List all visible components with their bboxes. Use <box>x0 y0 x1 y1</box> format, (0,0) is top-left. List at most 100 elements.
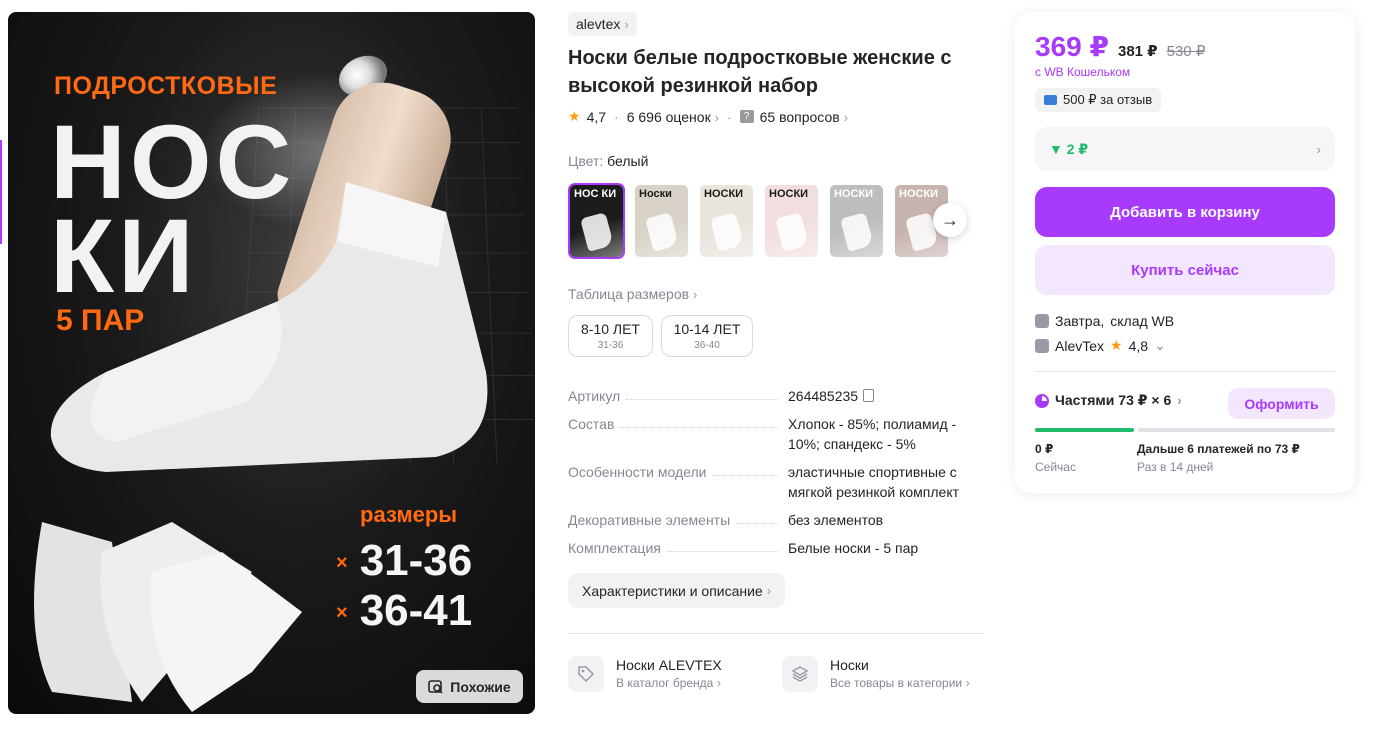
image-size-range-2: × 36-41 <box>336 586 473 635</box>
tag-icon <box>568 656 604 692</box>
spec-row: Особенности модели эластичные спортивные… <box>568 462 984 502</box>
chevron-right-icon: › <box>965 675 970 690</box>
dot-separator: · <box>726 108 732 125</box>
reviews-link[interactable]: 6 696 оценок › <box>627 109 719 125</box>
chevron-right-icon: › <box>1316 141 1321 157</box>
spec-value: без элементов <box>788 512 884 528</box>
copy-icon[interactable] <box>863 389 875 402</box>
progress-segment-paid <box>1035 428 1134 432</box>
brand-catalog-link[interactable]: Носки ALEVTEX В каталог бренда › <box>568 656 722 692</box>
spec-row: Декоративные элементы без элементов <box>568 510 984 530</box>
box-icon <box>1035 314 1049 328</box>
color-label: Цвет: <box>568 153 604 169</box>
divider <box>568 633 984 634</box>
progress-segment-remaining <box>1138 428 1335 432</box>
chevron-down-icon: ⌄ <box>1154 337 1166 353</box>
seller-info[interactable]: AlevTex ★ 4,8 ⌄ <box>1035 337 1166 354</box>
question-icon: ? <box>739 110 754 123</box>
price-old: 530 ₽ <box>1166 43 1206 60</box>
spec-row: Состав Хлопок - 85%; полиамид - 10%; спа… <box>568 414 984 454</box>
pay-now-label: Сейчас <box>1035 460 1076 474</box>
pie-chart-icon <box>1035 393 1049 408</box>
color-thumbnails: НОС КИ Носки НОСКИ НОСКИ НОСКИ НОСКИ <box>568 183 950 259</box>
spec-key: Комплектация <box>568 538 788 558</box>
arrow-right-icon[interactable]: → <box>933 203 967 237</box>
sock-shape <box>840 212 874 252</box>
star-icon: ★ <box>1110 337 1123 353</box>
chevron-right-icon: › <box>843 109 848 125</box>
spec-value: 264485235 <box>788 386 984 406</box>
category-link-sub: Все товары в категории › <box>830 675 970 690</box>
cashback-row[interactable]: ▼ 2 ₽ › <box>1035 127 1335 171</box>
colorful-socks-icon: Носки <box>635 185 688 257</box>
characteristics-button[interactable]: Характеристики и описание › <box>568 573 786 608</box>
color-selection: Цвет: белый <box>568 153 648 169</box>
shop-icon <box>1035 338 1049 353</box>
dot-separator: · <box>614 108 619 125</box>
chevron-right-icon: › <box>1177 393 1182 408</box>
gallery-indicator <box>0 140 2 244</box>
product-main-image[interactable]: ПОДРОСТКОВЫЕ НОС КИ 5 ПАР размеры × 31-36… <box>8 12 535 714</box>
layers-icon <box>782 656 818 692</box>
pay-now: 0 ₽ Сейчас <box>1035 440 1076 476</box>
divider <box>1035 371 1335 372</box>
installment-progress <box>1035 428 1335 432</box>
category-link[interactable]: Носки Все товары в категории › <box>782 656 970 692</box>
similar-products-button[interactable]: Похожие <box>416 670 523 703</box>
size-marker-icon: × <box>336 601 348 624</box>
spec-key: Особенности модели <box>568 462 788 502</box>
chevron-right-icon: › <box>692 287 698 302</box>
size-option-sub: 31-36 <box>597 340 624 351</box>
installments-link[interactable]: Частями 73 ₽ × 6 › <box>1035 392 1182 409</box>
product-title: Носки белые подростковые женские с высок… <box>568 47 952 97</box>
spec-row: Комплектация Белые носки - 5 пар <box>568 538 984 558</box>
sock-shape <box>710 212 744 252</box>
category-link-sub: В каталог бренда › <box>616 675 722 690</box>
brand-name: alevtex <box>576 16 621 32</box>
search-similar-icon <box>428 679 443 694</box>
add-to-cart-button[interactable]: Добавить в корзину <box>1035 187 1335 237</box>
color-thumbnail[interactable]: НОСКИ <box>828 183 885 259</box>
brand-link[interactable]: alevtex › <box>568 12 637 36</box>
seller-rating: 4,8 <box>1128 337 1149 354</box>
seller-name: AlevTex <box>1055 337 1105 354</box>
pay-now-amount: 0 ₽ <box>1035 442 1054 456</box>
image-size-range-1: × 31-36 <box>336 536 473 585</box>
product-rating: 4,7 <box>586 108 607 125</box>
color-thumbnail[interactable]: Носки <box>633 183 690 259</box>
color-thumbnail[interactable]: НОСКИ <box>698 183 755 259</box>
category-link-name: Носки ALEVTEX <box>616 657 722 673</box>
chevron-right-icon: › <box>624 16 629 32</box>
socks-black-bg-icon: НОС КИ <box>570 185 623 257</box>
size-option-main: 10-14 ЛЕТ <box>673 321 741 337</box>
cashback-value: ▼ 2 ₽ <box>1049 140 1089 157</box>
size-option[interactable]: 10-14 ЛЕТ 36-40 <box>661 315 753 357</box>
price-wallet: 369 ₽ <box>1035 31 1109 62</box>
thumbnail-label: НОСКИ <box>769 188 809 200</box>
spec-value: Белые носки - 5 пар <box>788 540 919 556</box>
thumbnail-label: НОСКИ <box>899 188 939 200</box>
color-thumbnail[interactable]: НОСКИ <box>763 183 820 259</box>
thumbnail-label: НОС КИ <box>574 188 617 200</box>
sock-shape <box>775 212 809 252</box>
image-headline-big-2: КИ <box>50 198 198 315</box>
delivery-warehouse: склад WB <box>1110 313 1175 329</box>
size-option[interactable]: 8-10 ЛЕТ 31-36 <box>568 315 653 357</box>
product-specs: Артикул 264485235 Состав Хлопок - 85%; п… <box>568 386 984 566</box>
size-options: 8-10 ЛЕТ 31-36 10-14 ЛЕТ 36-40 <box>568 315 753 357</box>
apply-installments-button[interactable]: Оформить <box>1228 388 1335 419</box>
sock-shape <box>645 212 679 252</box>
price-regular: 381 ₽ <box>1117 43 1158 60</box>
image-headline-small: ПОДРОСТКОВЫЕ <box>54 72 278 100</box>
color-value: белый <box>607 153 649 169</box>
color-thumbnail[interactable]: НОС КИ <box>568 183 625 259</box>
spec-value: Хлопок - 85%; полиамид - 10%; спандекс -… <box>788 416 957 452</box>
sock-shape <box>580 212 614 252</box>
pay-later-amount: Дальше 6 платежей по 73 ₽ <box>1137 442 1300 456</box>
black-socks-icon: НОСКИ <box>700 185 753 257</box>
product-meta: ★ 4,7 · 6 696 оценок › · ? 65 вопросов › <box>568 108 848 125</box>
pay-later-label: Раз в 14 дней <box>1137 460 1214 474</box>
questions-link[interactable]: 65 вопросов › <box>760 109 848 125</box>
size-table-link[interactable]: Таблица размеров › <box>568 286 697 302</box>
buy-now-button[interactable]: Купить сейчас <box>1035 245 1335 295</box>
